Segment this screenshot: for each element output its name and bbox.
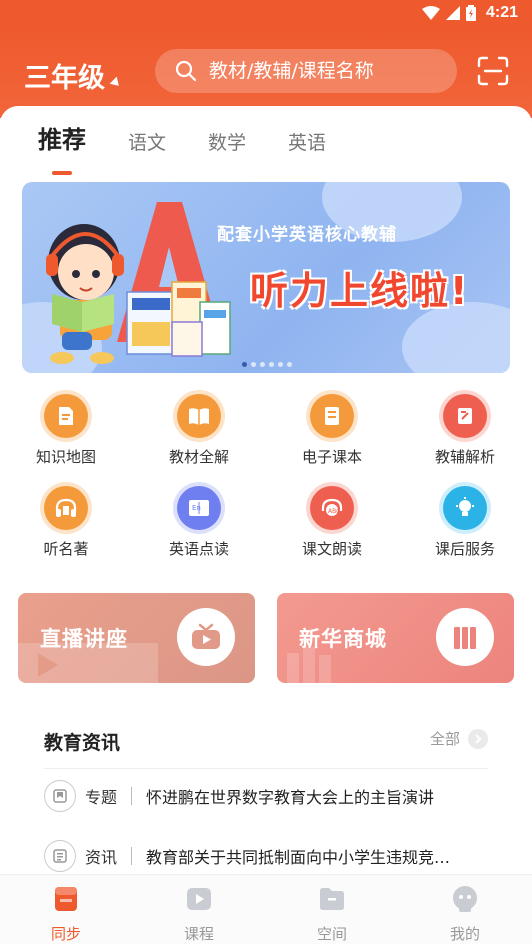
pagination-dot (287, 362, 292, 367)
signal-icon (445, 6, 460, 20)
folder-space-icon (320, 888, 344, 910)
nav-course[interactable]: 课程 (159, 885, 239, 944)
tab-active-indicator (52, 171, 72, 175)
nav-profile[interactable]: 我的 (425, 885, 505, 944)
pagination-dot (269, 362, 274, 367)
news-item[interactable]: 专题 怀进鹏在世界数字教育大会上的主旨演讲 (44, 780, 494, 812)
tab-math[interactable]: 数学 (208, 128, 246, 163)
textbook-explain-icon (177, 394, 221, 438)
news-icon (44, 840, 76, 872)
battery-icon (465, 5, 476, 21)
action-audiobook[interactable]: 听名著 (11, 486, 121, 559)
pagination-dot (242, 362, 247, 367)
course-play-icon (187, 888, 211, 910)
category-tabs: 推荐 语文 数学 英语 (38, 120, 368, 175)
knowledge-map-icon (44, 394, 88, 438)
news-section: 教育资讯 全部 专题 怀进鹏在世界数字教育大会上的主旨演讲 资讯 教育部关于共同… (22, 704, 510, 884)
action-after-school-service[interactable]: 课后服务 (410, 486, 520, 559)
news-headline: 教育部关于共同抵制面向中小学生违规竞… (146, 848, 451, 867)
app-header: 三年级 (0, 28, 532, 118)
audiobook-icon (44, 486, 88, 530)
news-tag: 专题 (85, 788, 118, 807)
news-tag: 资讯 (85, 848, 118, 867)
action-label: 教材全解 (168, 448, 229, 466)
action-knowledge-map[interactable]: 知识地图 (11, 394, 121, 467)
nav-label: 我的 (449, 925, 480, 943)
wifi-icon (421, 6, 440, 20)
scan-icon[interactable] (476, 56, 510, 86)
tab-english[interactable]: 英语 (288, 128, 326, 163)
english-reading-icon: En (177, 486, 221, 530)
tab-label: 语文 (128, 132, 167, 154)
nav-label: 同步 (50, 925, 81, 943)
status-icons: 4:21 (421, 4, 518, 22)
pagination-dot (278, 362, 283, 367)
action-text-recital[interactable]: ABC 课文朗读 (277, 486, 387, 559)
divider (131, 787, 133, 805)
action-textbook-explain[interactable]: 教材全解 (144, 394, 254, 467)
search-bar[interactable] (155, 49, 457, 93)
search-input[interactable] (209, 60, 439, 82)
after-school-service-icon (443, 486, 487, 530)
action-tutorial-analysis[interactable]: 教辅解析 (410, 394, 520, 467)
tab-chinese[interactable]: 语文 (128, 128, 166, 163)
action-label: 英语点读 (168, 540, 229, 558)
action-label: 课后服务 (434, 540, 495, 558)
nav-space[interactable]: 空间 (292, 885, 372, 944)
nav-sync[interactable]: 同步 (26, 885, 106, 944)
promo-xinhua-mall[interactable]: 新华商城 (277, 593, 514, 683)
grade-selector[interactable]: 三年级 (24, 56, 123, 95)
main-content: 推荐 语文 数学 英语 配套小学英语核心教辅 听力上线啦! 知识地图 教材全解 … (0, 106, 532, 884)
news-item[interactable]: 资讯 教育部关于共同抵制面向中小学生违规竞… (44, 840, 494, 872)
grade-label: 三年级 (24, 63, 105, 94)
sync-book-icon (55, 887, 77, 911)
ebook-icon (310, 394, 354, 438)
tab-label: 英语 (288, 132, 327, 154)
news-section-title: 教育资讯 (44, 732, 121, 754)
bottom-navigation: 同步 课程 空间 我的 (0, 874, 532, 944)
topic-icon (44, 780, 76, 812)
view-all-label: 全部 (429, 730, 460, 748)
news-headline: 怀进鹏在世界数字教育大会上的主旨演讲 (146, 788, 435, 807)
promo-label: 新华商城 (299, 627, 387, 651)
pagination-dot (251, 362, 256, 367)
text-recital-icon: ABC (310, 486, 354, 530)
svg-text:ABC: ABC (328, 508, 340, 515)
action-label: 知识地图 (35, 448, 96, 466)
status-bar: 4:21 (0, 0, 532, 28)
search-icon (175, 60, 197, 82)
tab-label: 数学 (208, 132, 247, 154)
promo-label: 直播讲座 (40, 627, 128, 651)
tab-recommend[interactable]: 推荐 (38, 120, 86, 175)
action-english-reading[interactable]: En 英语点读 (144, 486, 254, 559)
chevron-right-icon (468, 728, 488, 749)
promo-banner[interactable]: 配套小学英语核心教辅 听力上线啦! (22, 182, 510, 373)
svg-text:En: En (192, 504, 201, 512)
action-label: 电子课本 (301, 448, 362, 466)
banner-illustration (46, 202, 231, 364)
action-label: 课文朗读 (301, 540, 362, 558)
pagination-dot (260, 362, 265, 367)
tutorial-analysis-icon (443, 394, 487, 438)
action-label: 教辅解析 (434, 448, 495, 466)
promo-live-lecture[interactable]: 直播讲座 (18, 593, 255, 683)
nav-label: 空间 (316, 925, 347, 943)
action-ebook[interactable]: 电子课本 (277, 394, 387, 467)
banner-subtitle: 配套小学英语核心教辅 (217, 225, 397, 245)
status-time: 4:21 (485, 4, 518, 21)
divider (131, 847, 133, 865)
nav-label: 课程 (183, 925, 214, 943)
action-label: 听名著 (43, 540, 89, 558)
banner-pagination (242, 362, 292, 367)
live-tv-icon (177, 608, 235, 666)
news-view-all[interactable]: 全部 (430, 728, 488, 749)
tab-label: 推荐 (38, 126, 86, 154)
divider (44, 768, 488, 769)
bookshelf-icon (436, 608, 494, 666)
banner-title: 听力上线啦! (250, 269, 470, 313)
profile-icon (453, 886, 477, 912)
dropdown-triangle-icon (109, 76, 123, 89)
